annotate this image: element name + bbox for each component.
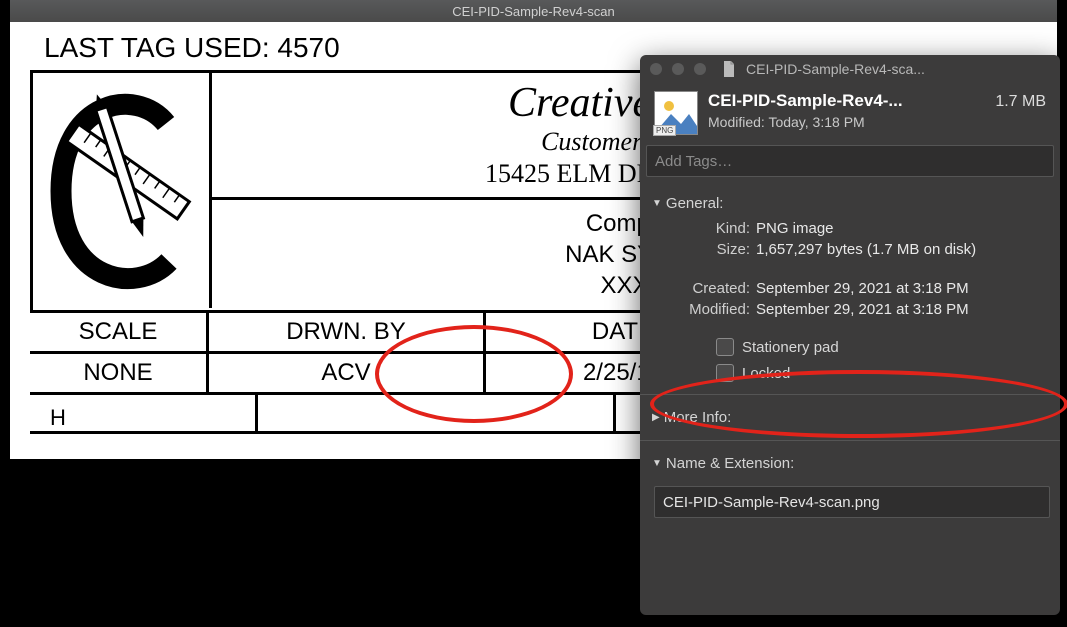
file-name: CEI-PID-Sample-Rev4-... bbox=[708, 91, 903, 111]
triangle-down-icon: ▼ bbox=[652, 198, 662, 209]
triangle-down-icon: ▼ bbox=[652, 458, 662, 469]
kind-value: PNG image bbox=[756, 220, 834, 237]
tags-placeholder: Add Tags… bbox=[655, 153, 732, 170]
modified-label: Modified: bbox=[708, 114, 765, 130]
company-logo bbox=[33, 73, 212, 308]
general-header: General: bbox=[666, 195, 724, 212]
name-ext-section-toggle[interactable]: ▼ Name & Extension: bbox=[652, 455, 1048, 472]
modified-label-full: Modified: bbox=[682, 301, 750, 318]
doc-window-titlebar[interactable]: CEI-PID-Sample-Rev4-scan bbox=[10, 0, 1057, 22]
get-info-window[interactable]: CEI-PID-Sample-Rev4-sca... PNG CEI-PID-S… bbox=[640, 55, 1060, 615]
file-size: 1.7 MB bbox=[995, 91, 1046, 111]
inspector-titlebar[interactable]: CEI-PID-Sample-Rev4-sca... bbox=[640, 55, 1060, 83]
zoom-traffic-light[interactable] bbox=[694, 63, 706, 75]
minimize-traffic-light[interactable] bbox=[672, 63, 684, 75]
file-thumbnail: PNG bbox=[654, 91, 698, 135]
annotation-circle-created-modified bbox=[650, 370, 1067, 438]
stationery-label: Stationery pad bbox=[742, 339, 839, 356]
logo-c-ruler-pencil-icon bbox=[46, 91, 196, 291]
modified-value-full: September 29, 2021 at 3:18 PM bbox=[756, 301, 969, 318]
annotation-circle-date bbox=[375, 325, 573, 423]
created-value: September 29, 2021 at 3:18 PM bbox=[756, 280, 969, 297]
tags-input[interactable]: Add Tags… bbox=[646, 145, 1054, 177]
size-value: 1,657,297 bytes (1.7 MB on disk) bbox=[756, 241, 976, 258]
close-traffic-light[interactable] bbox=[650, 63, 662, 75]
inspector-title: CEI-PID-Sample-Rev4-sca... bbox=[746, 61, 925, 77]
scale-value: NONE bbox=[30, 354, 206, 395]
general-section-toggle[interactable]: ▼ General: bbox=[652, 195, 1048, 212]
stationery-checkbox[interactable] bbox=[716, 338, 734, 356]
footer-h: H bbox=[30, 395, 258, 431]
modified-value: Today, 3:18 PM bbox=[768, 114, 864, 130]
size-label: Size: bbox=[682, 241, 750, 258]
file-icon bbox=[722, 61, 736, 77]
inspector-header: PNG CEI-PID-Sample-Rev4-... Modified: To… bbox=[640, 83, 1060, 145]
doc-window-title: CEI-PID-Sample-Rev4-scan bbox=[452, 4, 615, 19]
name-ext-header: Name & Extension: bbox=[666, 455, 794, 472]
thumbnail-badge: PNG bbox=[653, 125, 676, 136]
scale-header: SCALE bbox=[30, 313, 206, 354]
name-extension-input[interactable]: CEI-PID-Sample-Rev4-scan.png bbox=[654, 486, 1050, 518]
name-extension-value: CEI-PID-Sample-Rev4-scan.png bbox=[663, 494, 880, 511]
created-label: Created: bbox=[682, 280, 750, 297]
kind-label: Kind: bbox=[682, 220, 750, 237]
